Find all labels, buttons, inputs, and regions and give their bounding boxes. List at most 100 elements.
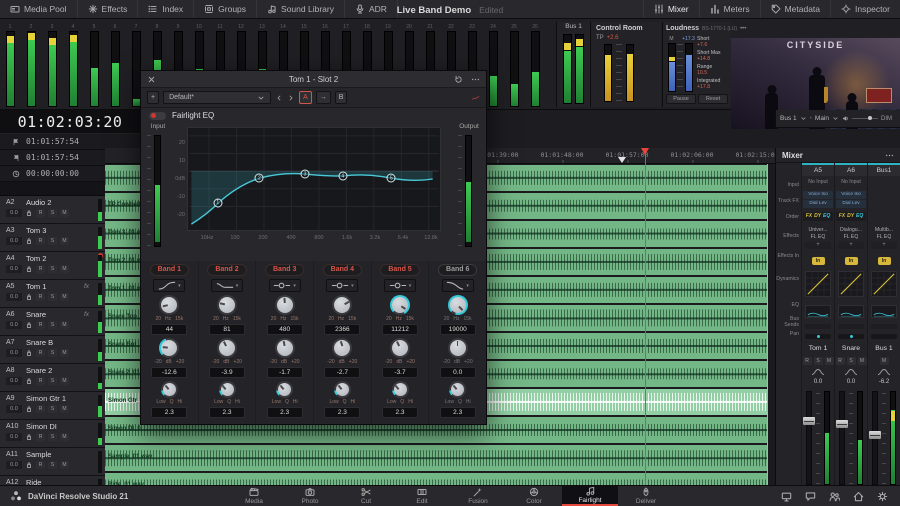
toolbar-button-metadata[interactable]: Metadata	[760, 0, 830, 18]
track-r-button[interactable]: R	[36, 461, 45, 469]
mixer-options-icon[interactable]	[885, 151, 894, 160]
page-tab-media[interactable]: Media	[226, 486, 282, 506]
strip-id[interactable]: A6	[835, 163, 867, 176]
knob[interactable]	[332, 295, 352, 315]
channel-fader[interactable]	[868, 387, 900, 485]
eq-graph[interactable]: 12345	[187, 127, 441, 231]
toolbar-button-sound-library[interactable]: Sound Library	[257, 0, 345, 18]
pan-curve-icon[interactable]	[802, 366, 834, 377]
track-s-button[interactable]: S	[48, 293, 57, 301]
track-m-button[interactable]: M	[60, 237, 69, 245]
track-fx-chip[interactable]: Voice Iso	[836, 191, 866, 199]
band-shape-select[interactable]: ▾	[211, 279, 243, 292]
knob[interactable]	[159, 295, 179, 315]
track-r-button[interactable]: R	[36, 321, 45, 329]
reset-button[interactable]: Reset	[698, 94, 728, 104]
dim-button[interactable]: DIM	[881, 116, 892, 122]
page-tab-color[interactable]: Color	[506, 486, 562, 506]
chat-icon[interactable]	[805, 491, 816, 502]
eq-band-handle[interactable]: 2	[255, 174, 264, 183]
add-preset-button[interactable]: +	[147, 91, 159, 104]
track-s-button[interactable]: S	[48, 349, 57, 357]
track-header-a5[interactable]: A5Tom 1fx0.0RSM	[0, 280, 105, 308]
knob[interactable]	[161, 381, 178, 398]
chevron-down-icon[interactable]	[832, 115, 839, 122]
track-m-button[interactable]: M	[60, 209, 69, 217]
track-s-button[interactable]: S	[48, 237, 57, 245]
band-frequency-value[interactable]: 44	[151, 324, 187, 335]
pan-control[interactable]	[805, 334, 831, 339]
knob[interactable]	[390, 338, 410, 358]
band-shape-select[interactable]: ▾	[153, 279, 185, 292]
toolbar-button-adr[interactable]: ADR	[345, 0, 398, 18]
effect-name-2[interactable]: FL EQ	[877, 234, 892, 241]
strip-m-button[interactable]: M	[825, 357, 834, 365]
speaker-icon[interactable]	[842, 115, 849, 122]
ab-compare-a[interactable]: A	[299, 91, 312, 104]
band-shape-select[interactable]: ▾	[442, 279, 474, 292]
ab-compare-arrow[interactable]: →	[316, 91, 331, 104]
track-m-button[interactable]: M	[60, 321, 69, 329]
channel-fader[interactable]	[835, 387, 867, 485]
knob[interactable]	[217, 295, 237, 315]
gear-icon[interactable]	[877, 491, 888, 502]
knob[interactable]	[334, 381, 351, 398]
track-gain[interactable]: 0.0	[6, 433, 22, 441]
band-shape-select[interactable]: ▾	[269, 279, 301, 292]
track-header-a4[interactable]: A4Tom 20.0RSM	[0, 252, 105, 280]
page-tab-edit[interactable]: Edit	[394, 486, 450, 506]
track-s-button[interactable]: S	[48, 433, 57, 441]
plugin-titlebar[interactable]: Tom 1 - Slot 2	[141, 71, 486, 88]
bus-send-slot[interactable]	[838, 324, 864, 329]
effects-in-button[interactable]: In	[812, 257, 825, 265]
track-r-button[interactable]: R	[36, 405, 45, 413]
track-m-button[interactable]: M	[60, 293, 69, 301]
knob[interactable]	[217, 338, 237, 358]
track-m-button[interactable]: M	[60, 433, 69, 441]
audio-clip-row[interactable]: Ride_01.wav	[105, 473, 767, 485]
eq-band-handle[interactable]: 5	[387, 174, 396, 183]
effect-name-2[interactable]: FL EQ	[844, 234, 859, 241]
track-m-button[interactable]: M	[60, 377, 69, 385]
track-header-a11[interactable]: A11Sample0.0RSM	[0, 448, 105, 476]
page-tab-fairlight[interactable]: Fairlight	[562, 486, 618, 506]
page-tab-photo[interactable]: Photo	[282, 486, 338, 506]
preset-select[interactable]: Default*	[163, 91, 271, 104]
track-gain[interactable]: 0.0	[6, 293, 22, 301]
options-dots-icon[interactable]	[471, 75, 480, 84]
band-q-value[interactable]: 2.3	[324, 407, 360, 418]
track-m-button[interactable]: M	[60, 461, 69, 469]
eq-band-handle[interactable]: 4	[338, 172, 347, 181]
page-tab-fusion[interactable]: Fusion	[450, 486, 506, 506]
band-gain-value[interactable]: -2.7	[324, 367, 360, 378]
band-gain-value[interactable]: -12.6	[151, 367, 187, 378]
track-header-a3[interactable]: A3Tom 30.0RSM	[0, 224, 105, 252]
next-preset-icon[interactable]	[287, 94, 295, 102]
knob[interactable]	[448, 338, 468, 358]
knob[interactable]	[332, 338, 352, 358]
home-icon[interactable]	[853, 491, 864, 502]
monitor-volume-slider[interactable]	[852, 118, 878, 119]
band-q-value[interactable]: 2.3	[440, 407, 476, 418]
track-s-button[interactable]: S	[48, 265, 57, 273]
close-icon[interactable]	[147, 75, 156, 84]
toolbar-button-media-pool[interactable]: Media Pool	[0, 0, 78, 18]
band-label[interactable]: Band 1	[150, 264, 189, 276]
band-gain-value[interactable]: -1.7	[267, 367, 303, 378]
monitor-source[interactable]: Bus 1	[780, 115, 797, 122]
monitor-output[interactable]: Main	[815, 115, 829, 122]
track-s-button[interactable]: S	[48, 209, 57, 217]
eq-mini-graph[interactable]	[805, 305, 831, 318]
track-header-a8[interactable]: A8Snare 20.0RSM	[0, 364, 105, 392]
effects-in-button[interactable]: In	[878, 257, 891, 265]
pause-button[interactable]: Pause	[666, 94, 696, 104]
toolbar-button-mixer[interactable]: Mixer	[643, 0, 699, 18]
track-r-button[interactable]: R	[36, 237, 45, 245]
eq-band-handle[interactable]: 3	[301, 170, 310, 179]
track-s-button[interactable]: S	[48, 377, 57, 385]
bus-send-slot[interactable]	[871, 324, 897, 329]
track-gain[interactable]: 0.0	[6, 209, 22, 217]
knob[interactable]	[448, 295, 468, 315]
track-header-a10[interactable]: A10Simon DI0.0RSM	[0, 420, 105, 448]
toolbar-button-meters[interactable]: Meters	[699, 0, 760, 18]
